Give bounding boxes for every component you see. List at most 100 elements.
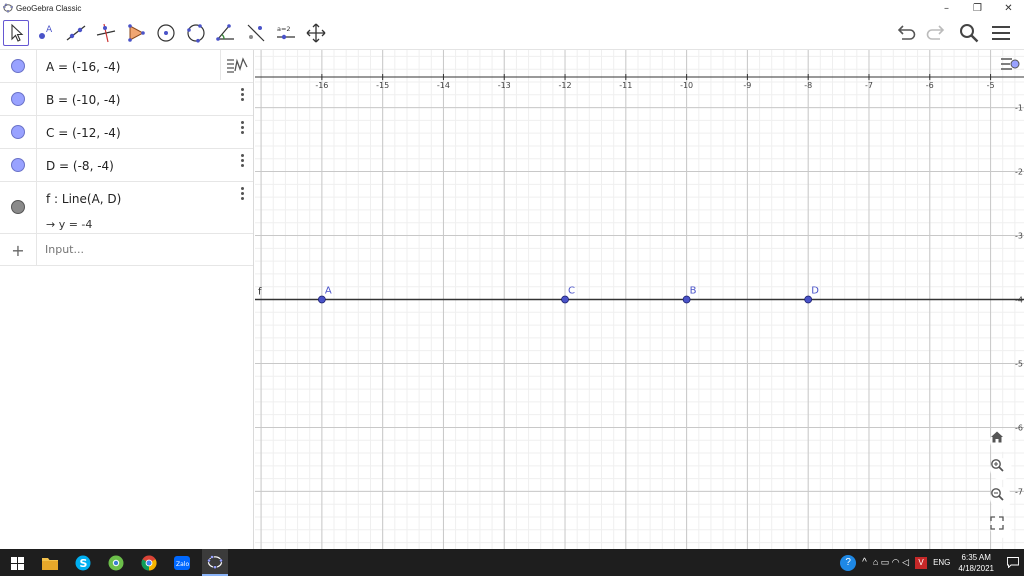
y-tick-label: -6 (1015, 423, 1023, 432)
point-marble-icon[interactable] (11, 125, 25, 139)
algebra-input-field[interactable] (45, 243, 235, 256)
restore-button[interactable]: ❐ (962, 0, 993, 16)
clock-time: 6:35 AM (961, 552, 991, 562)
add-item-icon[interactable]: + (0, 234, 37, 266)
y-tick-label: -5 (1015, 359, 1023, 368)
visibility-toggle[interactable] (0, 116, 37, 148)
graphics-canvas[interactable]: -16-15-14-13-12-11-10-9-8-7-6-5-1-2-3-4-… (255, 50, 1024, 549)
minimize-button[interactable]: – (931, 0, 962, 16)
x-tick-label: -15 (376, 81, 389, 90)
chevron-up-icon[interactable]: ^ (862, 557, 867, 568)
start-button[interactable] (7, 553, 27, 573)
circle-three-points-tool[interactable] (183, 20, 209, 46)
algebra-item-C[interactable]: C = (-12, -4) (0, 116, 253, 149)
file-explorer-button[interactable] (40, 553, 60, 573)
x-tick-label: -16 (315, 81, 328, 90)
move-tool[interactable] (3, 19, 29, 46)
y-tick-label: -3 (1015, 232, 1023, 241)
redo-button[interactable] (924, 20, 950, 46)
algebra-input-row[interactable]: + (0, 234, 253, 266)
windows-logo-icon (10, 556, 24, 570)
chrome-button[interactable] (139, 553, 159, 573)
notifications-button[interactable] (1002, 549, 1024, 576)
visibility-toggle[interactable] (0, 50, 37, 82)
algebra-item-A[interactable]: A = (-16, -4) (0, 50, 253, 83)
skype-button[interactable]: S (73, 553, 93, 573)
graphics-view[interactable]: -16-15-14-13-12-11-10-9-8-7-6-5-1-2-3-4-… (255, 50, 1024, 549)
point-tool[interactable]: A (33, 20, 59, 46)
algebra-item-label[interactable]: B = (-10, -4) (46, 93, 120, 107)
move-graphics-view-tool[interactable] (303, 20, 329, 46)
cursor-arrow-icon (11, 23, 24, 42)
slider-tool[interactable]: a=2 (273, 20, 299, 46)
algebra-item-label[interactable]: D = (-8, -4) (46, 159, 114, 173)
visibility-toggle[interactable] (0, 182, 37, 233)
point-D (804, 295, 813, 304)
close-button[interactable]: ✕ (993, 0, 1024, 16)
more-options-icon[interactable] (241, 153, 245, 169)
algebra-item-B[interactable]: B = (-10, -4) (0, 83, 253, 116)
fullscreen-button[interactable] (990, 516, 1012, 538)
clock[interactable]: 6:35 AM 4/18/2021 (958, 552, 994, 574)
notification-icon (1007, 557, 1019, 568)
y-tick-label: -7 (1015, 487, 1023, 496)
zoom-out-button[interactable] (990, 487, 1012, 509)
point-A (317, 295, 326, 304)
geogebra-taskbar-button[interactable] (202, 549, 228, 576)
perpendicular-line-tool[interactable] (93, 20, 119, 46)
algebra-settings-button[interactable] (220, 50, 253, 80)
slider-icon: a=2 (277, 25, 295, 39)
main-menu-button[interactable] (988, 20, 1014, 46)
tray-apps-icon[interactable]: ⌂ ▭ ◠ ◁ (873, 557, 909, 568)
angle-tool[interactable] (213, 20, 239, 46)
reflect-icon (247, 24, 265, 41)
language-indicator[interactable]: ENG (933, 558, 950, 567)
visibility-toggle[interactable] (0, 149, 37, 181)
hamburger-menu-icon (992, 26, 1010, 40)
algebra-item-label[interactable]: f : Line(A, D) (46, 192, 121, 206)
graphics-style-bar-button[interactable] (998, 52, 1022, 76)
more-options-icon[interactable] (241, 186, 245, 202)
algebra-item-f[interactable]: f : Line(A, D) → y = -4 (0, 182, 253, 234)
more-options-icon[interactable] (241, 87, 245, 103)
line-f-label: f (258, 287, 262, 298)
svg-text:S: S (80, 557, 88, 570)
point-marble-icon[interactable] (11, 92, 25, 106)
zoom-in-button[interactable] (990, 458, 1012, 480)
standard-view-button[interactable] (990, 430, 1012, 452)
y-tick-label: -1 (1015, 104, 1023, 113)
visibility-toggle[interactable] (0, 83, 37, 115)
algebra-item-label[interactable]: C = (-12, -4) (46, 126, 121, 140)
point-marble-icon[interactable] (11, 158, 25, 172)
undo-button[interactable] (892, 20, 918, 46)
algebra-item-D[interactable]: D = (-8, -4) (0, 149, 253, 182)
help-icon[interactable]: ? (840, 554, 857, 571)
circle-center-tool[interactable] (153, 20, 179, 46)
line-tool[interactable] (63, 20, 89, 46)
algebra-item-label[interactable]: A = (-16, -4) (46, 60, 120, 74)
antivirus-icon[interactable]: V (915, 556, 928, 569)
folder-icon (42, 558, 58, 570)
reflect-tool[interactable] (243, 20, 269, 46)
point-marble-icon[interactable] (11, 59, 25, 73)
y-tick-label: -2 (1015, 168, 1023, 177)
polygon-tool[interactable] (123, 20, 149, 46)
more-options-icon[interactable] (241, 120, 245, 136)
windows-taskbar: S Zalo ? ^ ⌂ ▭ ◠ ◁ V ENG 6:35 AM 4/18/20… (0, 549, 1024, 576)
chrome-icon (141, 555, 157, 571)
toolbar: A a=2 (0, 16, 1024, 50)
clock-date: 4/18/2021 (958, 563, 994, 573)
skype-icon: S (75, 555, 91, 571)
line-marble-icon[interactable] (11, 200, 25, 214)
point-label-C: C (568, 286, 575, 297)
x-tick-label: -5 (987, 81, 995, 90)
search-button[interactable] (956, 20, 982, 46)
svg-text:Zalo: Zalo (176, 561, 189, 568)
chrome-alt-button[interactable] (106, 553, 126, 573)
geogebra-logo-icon (3, 3, 13, 13)
x-tick-label: -9 (743, 81, 751, 90)
zalo-icon: Zalo (174, 556, 190, 570)
geogebra-icon (207, 554, 223, 569)
zalo-button[interactable]: Zalo (172, 553, 192, 573)
title-bar: GeoGebra Classic – ❐ ✕ (0, 0, 1024, 16)
